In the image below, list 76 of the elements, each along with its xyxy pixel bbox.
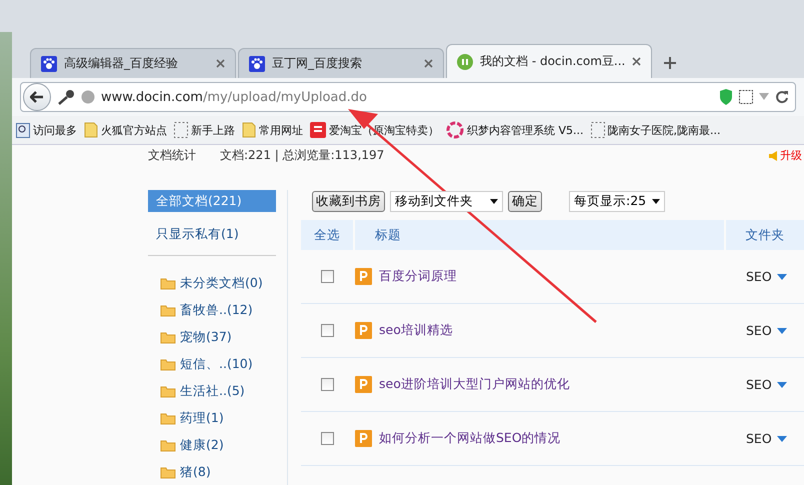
- page-icon: [590, 122, 605, 138]
- column-header: 文件夹: [726, 220, 804, 250]
- folder-item[interactable]: 健康(2): [148, 432, 276, 459]
- folder-item[interactable]: 猪(8): [148, 459, 276, 485]
- document-link[interactable]: seo培训精选: [379, 322, 453, 339]
- new-tab-icon[interactable]: [664, 57, 676, 69]
- folder-item[interactable]: 畜牧兽..(12): [148, 297, 276, 324]
- arrow-left-icon: [30, 91, 44, 103]
- dropdown-icon[interactable]: [759, 93, 769, 101]
- back-button[interactable]: [23, 83, 51, 111]
- close-icon[interactable]: [424, 59, 433, 68]
- document-link[interactable]: 如何分析一个网站做SEO的情况: [379, 430, 561, 447]
- flower-icon: [446, 121, 464, 139]
- document-icon: [355, 268, 372, 285]
- folder-dropdown[interactable]: SEO: [726, 323, 804, 338]
- stats-label: 文档统计: [148, 147, 197, 164]
- page-icon: [174, 122, 188, 138]
- shield-icon: [719, 89, 733, 105]
- folder-icon: [242, 122, 256, 138]
- bookmark-item[interactable]: 织梦内容管理系统 V5...: [446, 121, 584, 139]
- browser-tab[interactable]: 高级编辑器_百度经验: [30, 48, 236, 78]
- checkbox[interactable]: [320, 270, 334, 283]
- bookmark-item[interactable]: 常用网址: [242, 122, 303, 138]
- document-icon: [355, 430, 372, 447]
- column-header: 标题: [355, 220, 724, 250]
- speaker-icon: [768, 150, 780, 162]
- folder-dropdown[interactable]: SEO: [726, 269, 804, 284]
- reload-icon[interactable]: [775, 90, 789, 104]
- checkbox[interactable]: [320, 378, 334, 391]
- browser-tab[interactable]: 豆丁网_百度搜索: [238, 48, 444, 78]
- document-link[interactable]: seo进阶培训大型门户网站的优化: [379, 376, 570, 393]
- folder-icon: [160, 466, 176, 479]
- checkbox[interactable]: [320, 324, 334, 337]
- folder-item[interactable]: 短信、..(10): [148, 351, 276, 378]
- folder-item[interactable]: 宠物(37): [148, 324, 276, 351]
- bookmark-item[interactable]: 火狐官方站点: [84, 122, 167, 138]
- document-icon: [355, 376, 372, 393]
- folder-dropdown[interactable]: SEO: [726, 431, 804, 446]
- confirm-button[interactable]: 确定: [508, 190, 542, 212]
- page-size-select[interactable]: 每页显示:25: [569, 190, 666, 212]
- collect-button[interactable]: 收藏到书房: [312, 190, 385, 212]
- folder-item[interactable]: 生活社..(5): [148, 378, 276, 405]
- folder-icon: [160, 439, 176, 452]
- folder-icon: [160, 331, 176, 344]
- folder-icon: [160, 358, 176, 371]
- filter-item[interactable]: 只显示私有(1): [148, 223, 276, 245]
- folder-icon: [160, 385, 176, 398]
- logo-icon: [457, 54, 473, 70]
- folder-icon: [84, 122, 98, 138]
- close-icon[interactable]: [216, 59, 225, 68]
- folder-icon: [160, 412, 176, 425]
- document-icon: [355, 322, 372, 339]
- folder-item[interactable]: 药理(1): [148, 405, 276, 432]
- taobao-icon: [310, 122, 326, 138]
- folder-icon: [160, 304, 176, 317]
- search-icon: [16, 122, 30, 138]
- folder-item[interactable]: 未分类文档(0): [148, 270, 276, 297]
- column-header[interactable]: 全选: [301, 220, 353, 250]
- browser-tab[interactable]: 我的文档 - docin.com豆...: [446, 44, 652, 78]
- document-link[interactable]: 百度分词原理: [379, 268, 457, 285]
- address-bar[interactable]: www.docin.com/my/upload/myUpload.do: [20, 82, 796, 112]
- bookmark-item[interactable]: 陇南女子医院,陇南最...: [590, 122, 721, 138]
- globe-icon: [81, 90, 95, 104]
- bookmark-item[interactable]: 访问最多: [16, 122, 77, 138]
- move-to-folder-select[interactable]: 移动到文件夹: [390, 190, 503, 212]
- bookmark-item[interactable]: 新手上路: [174, 122, 235, 138]
- key-icon: [57, 89, 75, 105]
- paw-icon: [249, 56, 265, 72]
- url-text: www.docin.com/my/upload/myUpload.do: [101, 90, 368, 104]
- stats-text: 文档:221 | 总浏览量:113,197: [220, 147, 386, 164]
- upgrade-link[interactable]: 升级: [780, 148, 802, 163]
- paw-icon: [41, 56, 57, 72]
- folder-icon: [160, 277, 176, 290]
- folder-dropdown[interactable]: SEO: [726, 377, 804, 392]
- close-icon[interactable]: [632, 57, 642, 66]
- checkbox[interactable]: [320, 432, 334, 445]
